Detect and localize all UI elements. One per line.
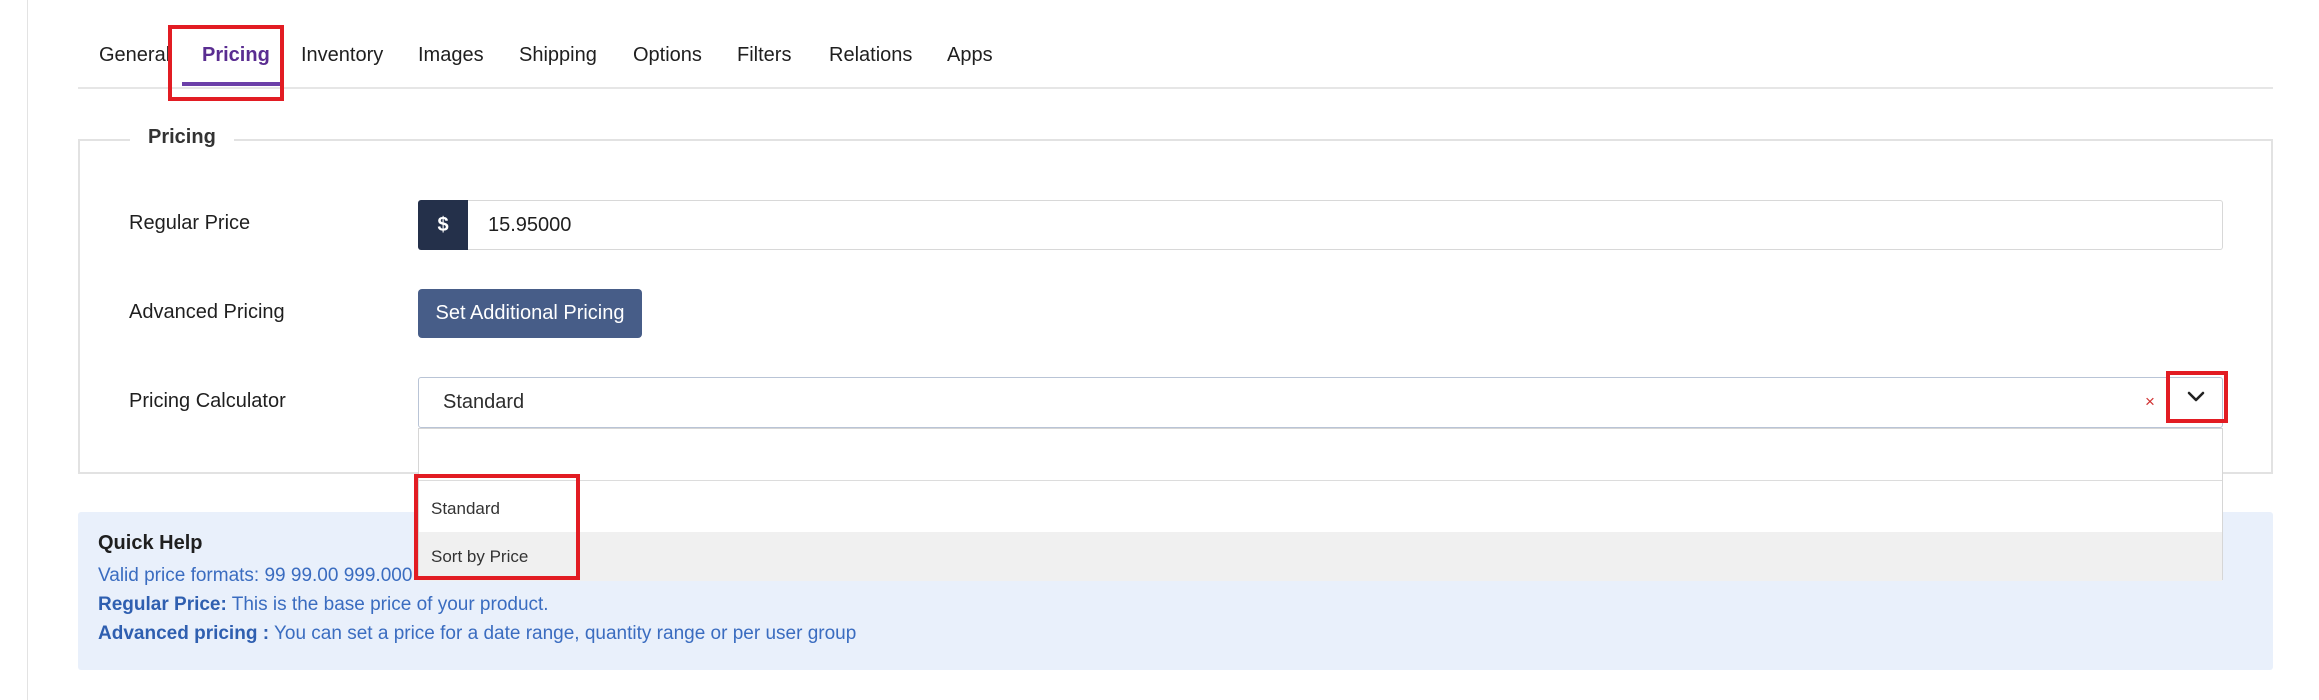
left-divider <box>27 0 28 700</box>
dropdown-option-standard[interactable]: Standard <box>419 484 2222 533</box>
dropdown-search-input[interactable] <box>419 429 2222 481</box>
advanced-pricing-label: Advanced Pricing <box>129 301 285 323</box>
tab-filters[interactable]: Filters <box>737 44 791 80</box>
pricing-calculator-label: Pricing Calculator <box>129 390 286 412</box>
active-tab-indicator <box>182 82 282 86</box>
regular-price-input[interactable] <box>468 200 2223 250</box>
dropdown-option-sort-by-price[interactable]: Sort by Price <box>419 532 2222 581</box>
tab-pricing[interactable]: Pricing <box>202 44 270 80</box>
currency-addon: $ <box>418 200 468 250</box>
tab-images[interactable]: Images <box>418 44 484 80</box>
tab-inventory[interactable]: Inventory <box>301 44 383 80</box>
tab-options[interactable]: Options <box>633 44 702 80</box>
tab-apps[interactable]: Apps <box>947 44 993 80</box>
quick-help-regular-price-term: Regular Price: <box>98 594 227 615</box>
set-additional-pricing-button[interactable]: Set Additional Pricing <box>418 289 642 338</box>
quick-help-advanced-pricing: Advanced pricing : You can set a price f… <box>98 623 856 645</box>
quick-help-regular-price: Regular Price: This is the base price of… <box>98 594 549 616</box>
tab-shipping[interactable]: Shipping <box>519 44 597 80</box>
dropdown-toggle[interactable] <box>2166 371 2226 423</box>
clear-selection-icon[interactable]: × <box>2145 392 2155 412</box>
quick-help-regular-price-text: This is the base price of your product. <box>226 594 549 615</box>
chevron-down-icon <box>2187 391 2205 402</box>
tab-relations[interactable]: Relations <box>829 44 912 80</box>
quick-help-price-formats: Valid price formats: 99 99.00 999.000 <box>98 565 413 586</box>
tab-bar: General Pricing Inventory Images Shippin… <box>78 0 2273 89</box>
pricing-calculator-select[interactable]: Standard × <box>418 377 2223 428</box>
tab-general[interactable]: General <box>99 44 170 80</box>
select-selected-value: Standard <box>443 391 525 413</box>
pricing-calculator-dropdown: Standard Sort by Price <box>418 428 2223 581</box>
pricing-legend: Pricing <box>130 126 234 149</box>
regular-price-label: Regular Price <box>129 212 251 234</box>
quick-help-advanced-pricing-term: Advanced pricing : <box>98 623 270 644</box>
quick-help-title: Quick Help <box>98 532 203 554</box>
quick-help-advanced-pricing-text: You can set a price for a date range, qu… <box>269 623 857 644</box>
